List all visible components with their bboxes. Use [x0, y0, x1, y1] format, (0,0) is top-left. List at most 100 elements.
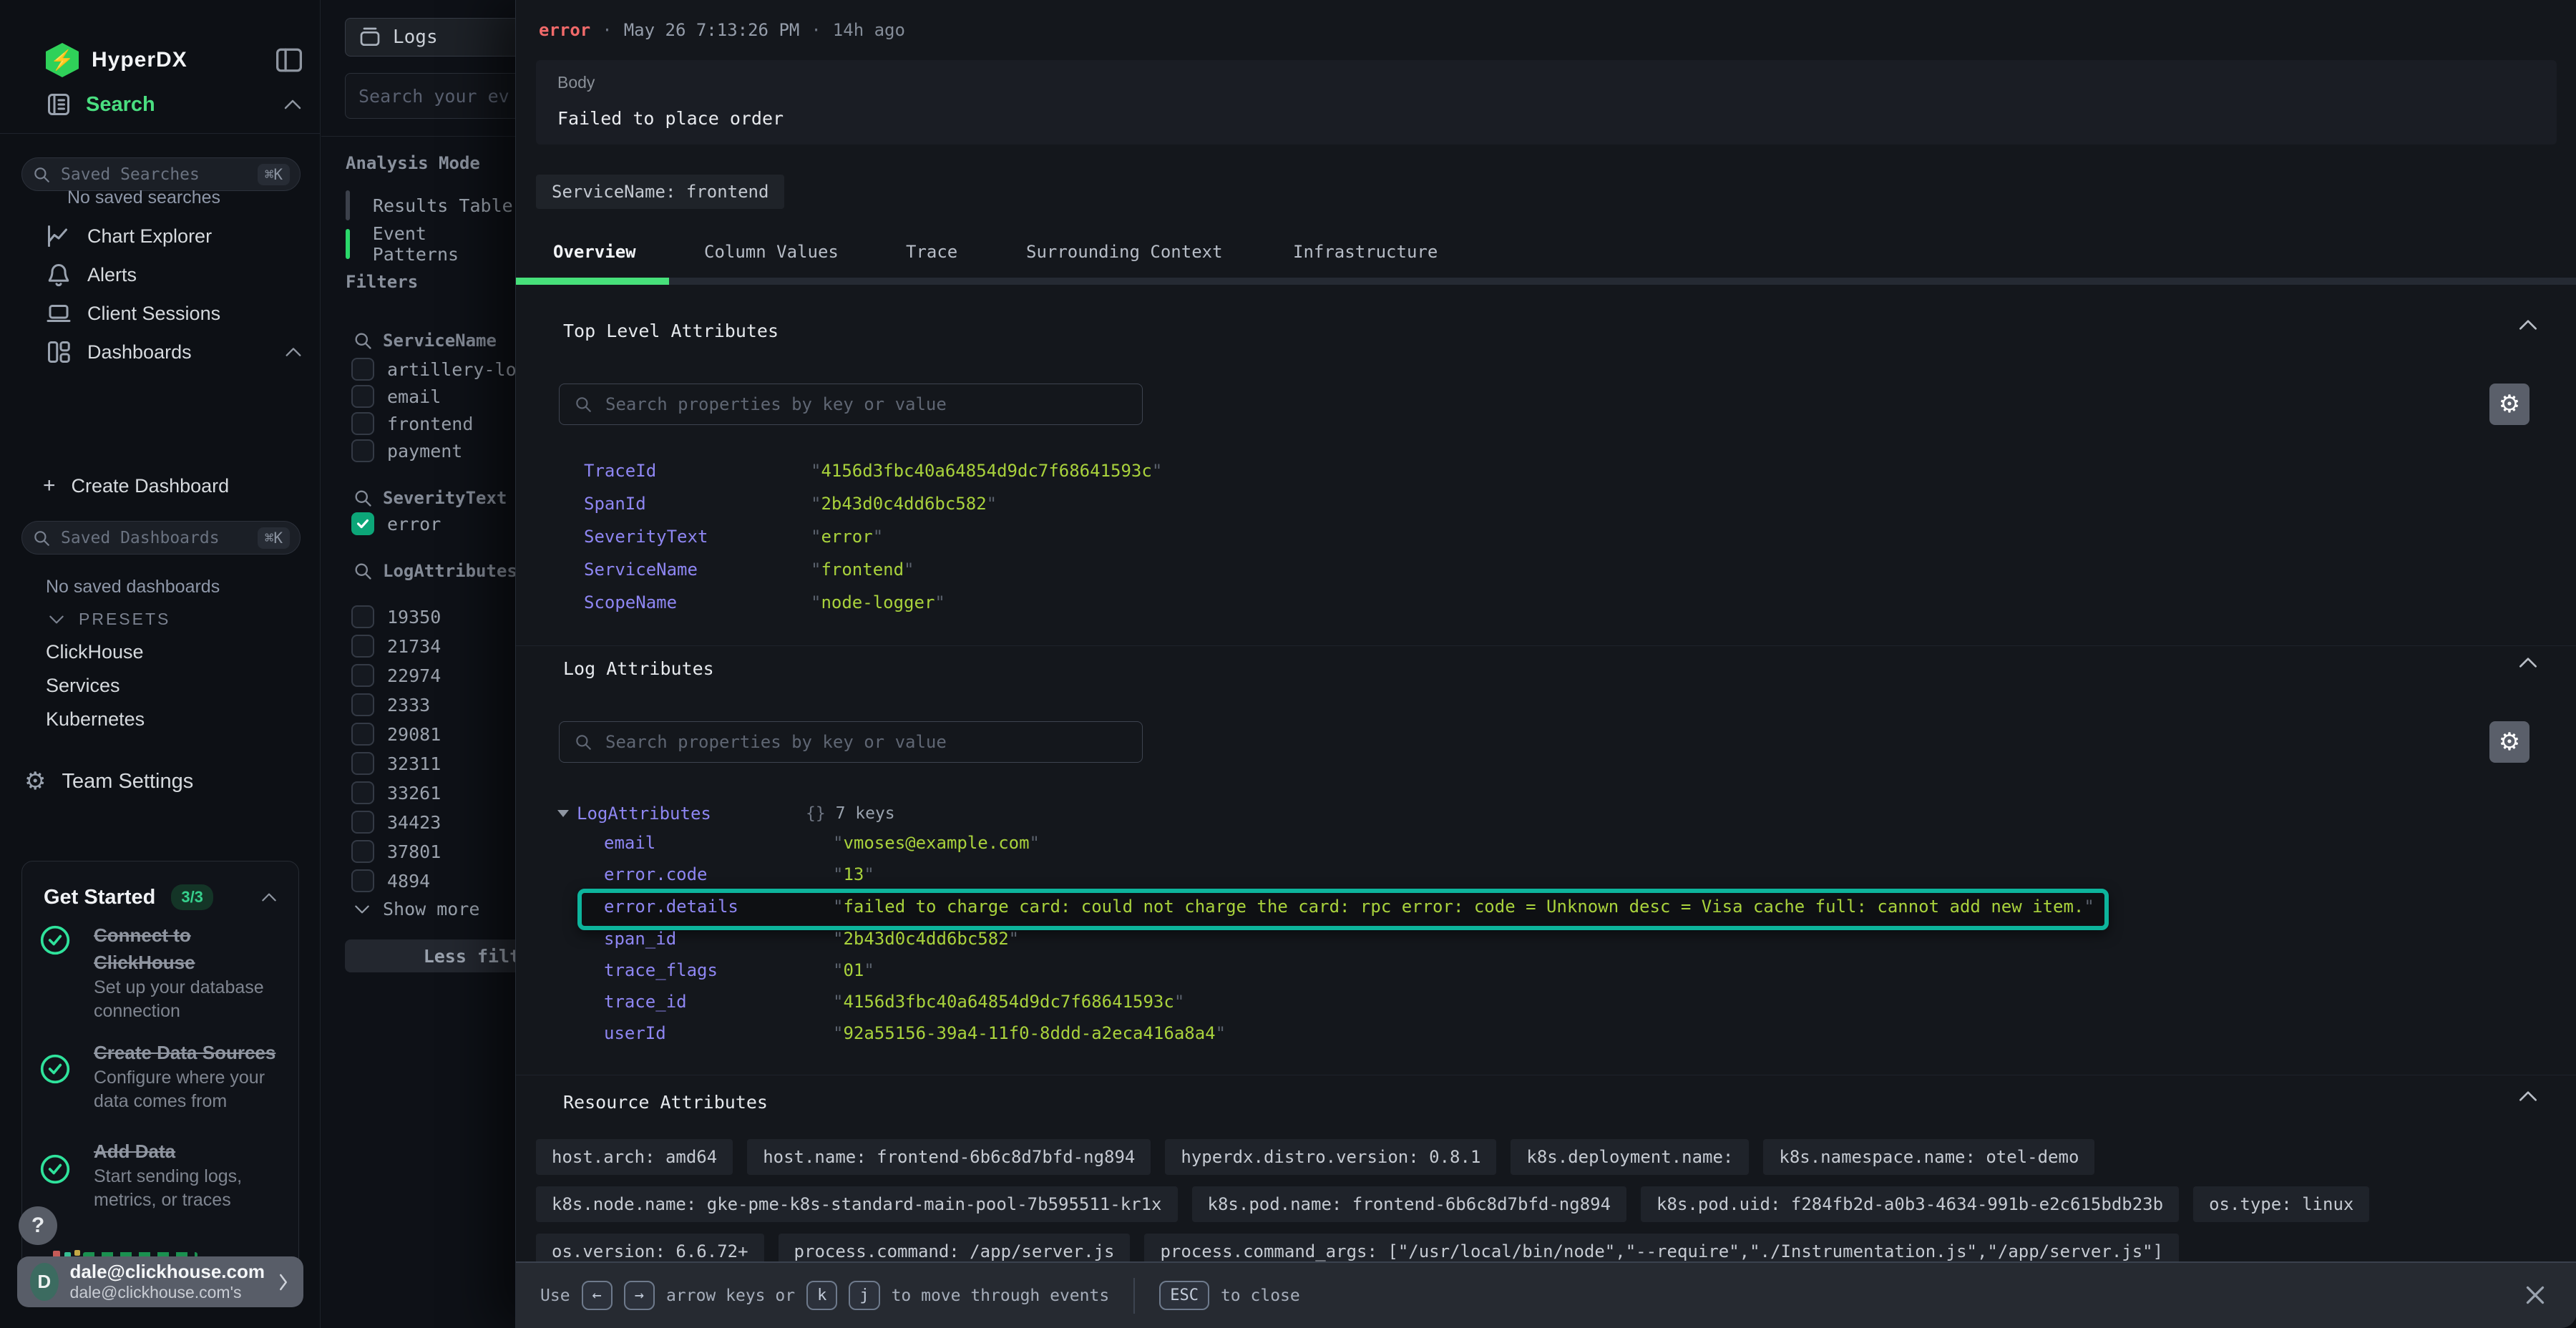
collapse-sidebar-icon[interactable]: [275, 47, 303, 73]
checkbox[interactable]: [351, 781, 374, 804]
attribute-key[interactable]: SeverityText: [584, 527, 708, 547]
tab-overview[interactable]: Overview: [553, 242, 636, 262]
attribute-key[interactable]: userId: [604, 1023, 666, 1043]
resource-tag[interactable]: k8s.node.name: gke-pme-k8s-standard-main…: [536, 1186, 1178, 1222]
checkbox[interactable]: [351, 869, 374, 892]
mode-event-patterns[interactable]: Event Patterns: [346, 223, 515, 265]
checkbox[interactable]: [351, 811, 374, 834]
log-attributes-search-input[interactable]: [559, 721, 1143, 763]
chevron-up-icon[interactable]: [283, 346, 303, 358]
filter-option[interactable]: email: [351, 384, 441, 409]
filter-group-logattributes[interactable]: LogAttributes: [353, 561, 515, 581]
resource-tag[interactable]: k8s.pod.uid: f284fb2d-a0b3-4634-991b-e2c…: [1641, 1186, 2179, 1222]
collapse-section-icon[interactable]: [2517, 655, 2540, 670]
caret-down-icon[interactable]: [557, 810, 569, 817]
tab-column-values[interactable]: Column Values: [704, 242, 839, 262]
tab-trace[interactable]: Trace: [906, 242, 957, 262]
sidebar-item-alerts[interactable]: Alerts: [46, 262, 137, 288]
resource-tag[interactable]: hyperdx.distro.version: 0.8.1: [1165, 1139, 1496, 1175]
source-select[interactable]: Logs: [345, 18, 515, 57]
service-name-tag[interactable]: ServiceName: frontend: [536, 175, 784, 209]
attribute-key[interactable]: email: [604, 833, 655, 853]
attribute-value[interactable]: node-logger: [811, 592, 945, 612]
preset-clickhouse[interactable]: ClickHouse: [46, 641, 144, 663]
attribute-value[interactable]: error: [811, 527, 883, 547]
mode-results-table[interactable]: Results Table: [346, 190, 513, 220]
filter-option-checked[interactable]: error: [351, 511, 441, 537]
filter-option[interactable]: 19350: [351, 604, 441, 630]
attribute-value[interactable]: frontend: [811, 560, 914, 580]
checkbox[interactable]: [351, 439, 374, 462]
tree-root-key[interactable]: LogAttributes: [577, 804, 711, 824]
create-dashboard-button[interactable]: + Create Dashboard: [43, 474, 229, 498]
filter-option[interactable]: 37801: [351, 839, 441, 864]
sidebar-item-chart-explorer[interactable]: Chart Explorer: [46, 223, 212, 249]
attribute-value[interactable]: 2b43d0c4dd6bc582: [811, 494, 997, 514]
checkbox[interactable]: [351, 385, 374, 408]
tab-infrastructure[interactable]: Infrastructure: [1293, 242, 1438, 262]
close-icon[interactable]: [2521, 1281, 2550, 1309]
checkbox[interactable]: [351, 693, 374, 716]
app-logo[interactable]: ⚡ HyperDX: [46, 43, 187, 77]
attribute-value[interactable]: failed to charge card: could not charge …: [833, 897, 2094, 917]
attribute-key[interactable]: trace_flags: [604, 960, 718, 980]
attribute-key[interactable]: span_id: [604, 929, 676, 949]
less-filters-button[interactable]: Less filters: [345, 939, 515, 972]
filter-option[interactable]: 34423: [351, 809, 441, 835]
checkbox[interactable]: [351, 840, 374, 863]
gear-icon-button[interactable]: ⚙: [2489, 384, 2529, 425]
collapse-section-icon[interactable]: [2517, 1089, 2540, 1103]
filter-option[interactable]: payment: [351, 438, 462, 464]
chevron-up-icon[interactable]: [260, 892, 278, 903]
resource-tag[interactable]: k8s.pod.name: frontend-6b6c8d7bfd-ng894: [1192, 1186, 1627, 1222]
sidebar-item-client-sessions[interactable]: Client Sessions: [46, 301, 220, 326]
attribute-key[interactable]: error.code: [604, 864, 708, 884]
filter-option[interactable]: frontend: [351, 411, 473, 436]
filter-option[interactable]: 29081: [351, 721, 441, 747]
attribute-key[interactable]: error.details: [604, 897, 738, 917]
log-attributes-search-field[interactable]: [604, 731, 1128, 753]
checkbox[interactable]: [351, 664, 374, 687]
top-level-search-field[interactable]: [604, 394, 1128, 415]
resource-tag[interactable]: host.arch: amd64: [536, 1139, 733, 1175]
attribute-key[interactable]: SpanId: [584, 494, 646, 514]
filter-group-servicename[interactable]: ServiceName: [353, 331, 497, 351]
preset-kubernetes[interactable]: Kubernetes: [46, 708, 145, 731]
attribute-key[interactable]: ScopeName: [584, 592, 677, 612]
user-account-chip[interactable]: D dale@clickhouse.com dale@clickhouse.co…: [17, 1256, 303, 1307]
chevron-up-icon[interactable]: [282, 97, 303, 112]
sidebar-item-dashboards[interactable]: Dashboards: [46, 339, 303, 365]
checkbox[interactable]: [351, 358, 374, 381]
attribute-value[interactable]: 4156d3fbc40a64854d9dc7f68641593c: [833, 992, 1184, 1012]
checkbox-checked[interactable]: [351, 512, 374, 535]
filter-option[interactable]: 4894: [351, 868, 430, 894]
filter-option[interactable]: 2333: [351, 692, 430, 718]
top-level-search-input[interactable]: [559, 384, 1143, 425]
filter-option[interactable]: 33261: [351, 780, 441, 806]
attribute-value[interactable]: 01: [833, 960, 874, 980]
event-search-input[interactable]: Search your ev: [345, 73, 515, 119]
get-started-item-sources[interactable]: Create Data Sources Configure where your…: [94, 1039, 275, 1113]
attribute-key[interactable]: trace_id: [604, 992, 687, 1012]
checkbox[interactable]: [351, 752, 374, 775]
resource-tag[interactable]: k8s.deployment.name:: [1511, 1139, 1749, 1175]
sidebar-item-search[interactable]: Search: [46, 92, 303, 117]
attribute-value[interactable]: 92a55156-39a4-11f0-8ddd-a2eca416a8a4: [833, 1023, 1226, 1043]
presets-toggle[interactable]: PRESETS: [47, 610, 170, 629]
collapse-section-icon[interactable]: [2517, 318, 2540, 332]
filter-group-severitytext[interactable]: SeverityText: [353, 488, 507, 508]
checkbox[interactable]: [351, 723, 374, 746]
resource-tag[interactable]: host.name: frontend-6b6c8d7bfd-ng894: [747, 1139, 1151, 1175]
attribute-value[interactable]: 13: [833, 864, 874, 884]
resource-tag[interactable]: k8s.namespace.name: otel-demo: [1763, 1139, 2094, 1175]
help-button[interactable]: ?: [19, 1206, 57, 1245]
checkbox[interactable]: [351, 412, 374, 435]
tab-surrounding-context[interactable]: Surrounding Context: [1026, 242, 1223, 262]
attribute-key[interactable]: ServiceName: [584, 560, 698, 580]
filter-option[interactable]: 21734: [351, 633, 441, 659]
filter-option[interactable]: 32311: [351, 751, 441, 776]
attribute-value[interactable]: 4156d3fbc40a64854d9dc7f68641593c: [811, 461, 1162, 481]
get-started-item-connect[interactable]: Connect toClickHouse Set up your databas…: [94, 922, 264, 1023]
gear-icon-button[interactable]: ⚙: [2489, 721, 2529, 763]
saved-searches-input[interactable]: Saved Searches ⌘K: [21, 157, 301, 191]
